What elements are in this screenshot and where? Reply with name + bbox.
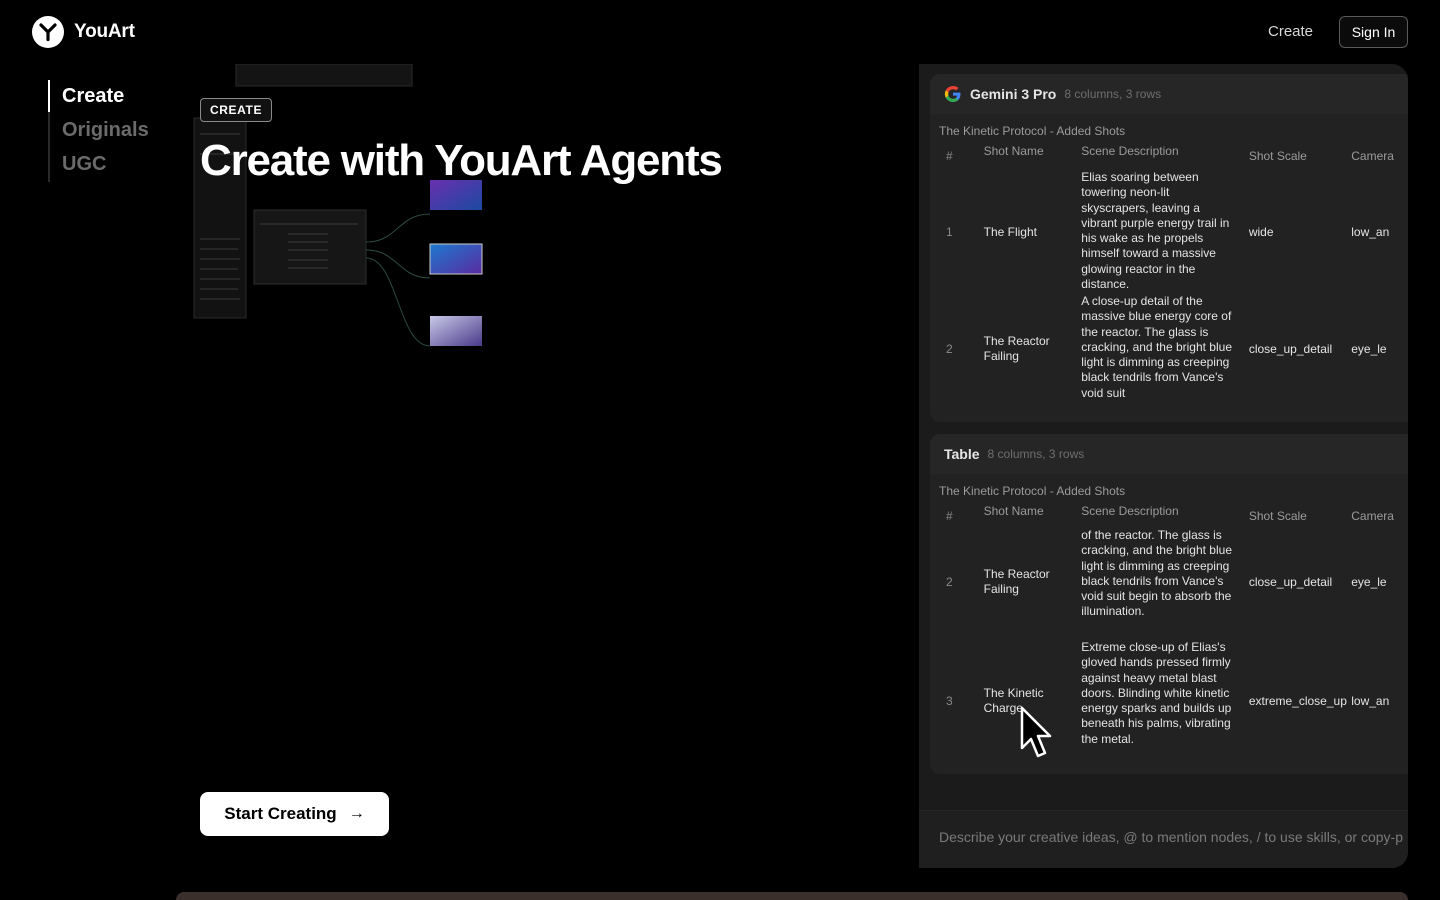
card-meta: 8 columns, 3 rows: [1064, 87, 1162, 101]
row-number: 3: [946, 694, 953, 708]
hero-badge: CREATE: [200, 98, 273, 122]
table-card-table: Table 8 columns, 3 rows The Kinetic Prot…: [930, 434, 1408, 774]
google-g-icon: [944, 86, 961, 102]
table-row: 2 The Reactor Failing of the reactor. Th…: [930, 528, 1408, 636]
tab-originals[interactable]: Originals: [50, 114, 168, 148]
start-creating-label: Start Creating: [224, 804, 337, 823]
row-shot-name: The Reactor Failing: [983, 567, 1050, 596]
row-number: 2: [946, 575, 953, 589]
mouse-pointer-icon: [1020, 706, 1052, 758]
top-header: YouArt Create Sign In: [0, 0, 1440, 64]
brand-name: YouArt: [74, 21, 135, 42]
col-header-description: Scene Description: [1081, 504, 1179, 518]
row-camera: low_an: [1351, 694, 1390, 708]
col-header-shot-name: Shot Name: [983, 144, 1044, 158]
nav-create-link[interactable]: Create: [1268, 23, 1313, 40]
row-shot-scale: close_up_detail: [1248, 575, 1333, 589]
hero-panel: CREATE Create with YouArt Agents Start C…: [168, 64, 1408, 868]
col-header-num: #: [946, 509, 953, 523]
table-header-row: # Shot Name Scene Description Shot Scale…: [930, 504, 1408, 528]
table-card-gemini: Gemini 3 Pro 8 columns, 3 rows The Kinet…: [930, 74, 1408, 422]
row-shot-scale: wide: [1248, 225, 1274, 239]
hero-title: Create with YouArt Agents: [200, 136, 723, 185]
row-number: 1: [946, 225, 953, 239]
card-title: Gemini 3 Pro: [970, 86, 1057, 102]
row-shot-scale: close_up_detail: [1248, 342, 1333, 356]
card-title: Table: [944, 446, 980, 462]
youart-logo-icon: [32, 16, 64, 48]
table-row: 1 The Flight Elias soaring between tower…: [930, 168, 1408, 294]
card-meta: 8 columns, 3 rows: [987, 447, 1085, 461]
col-header-description: Scene Description: [1081, 144, 1179, 158]
agent-chat-panel: Gemini 3 Pro 8 columns, 3 rows The Kinet…: [919, 64, 1408, 868]
col-header-camera: Camera: [1351, 149, 1394, 163]
row-camera: low_an: [1351, 225, 1390, 239]
row-camera: eye_le: [1351, 342, 1387, 356]
chat-prompt-input[interactable]: Describe your creative ideas, @ to menti…: [919, 810, 1408, 868]
row-description: Extreme close-up of Elias's gloved hands…: [1081, 640, 1232, 746]
row-number: 2: [946, 342, 953, 356]
table-caption: The Kinetic Protocol - Added Shots: [939, 124, 1126, 138]
row-shot-name: The Flight: [983, 224, 1037, 239]
section-tabs: Create Originals UGC: [48, 80, 168, 182]
card-header: Gemini 3 Pro 8 columns, 3 rows: [930, 74, 1408, 114]
row-shot-scale: extreme_close_up: [1248, 694, 1347, 708]
tab-create[interactable]: Create: [48, 80, 168, 114]
row-description: of the reactor. The glass is cracking, a…: [1081, 528, 1232, 619]
row-description: A close-up detail of the massive blue en…: [1081, 294, 1232, 400]
col-header-shot-scale: Shot Scale: [1248, 149, 1307, 163]
arrow-right-icon: →: [348, 805, 365, 822]
table-header-row: # Shot Name Scene Description Shot Scale…: [930, 144, 1408, 168]
table-row: 2 The Reactor Failing A close-up detail …: [930, 294, 1408, 404]
col-header-camera: Camera: [1351, 509, 1394, 523]
tab-ugc[interactable]: UGC: [50, 148, 168, 182]
row-description: Elias soaring between towering neon-lit …: [1081, 170, 1230, 292]
next-section-preview: [176, 892, 1408, 900]
brand-logo[interactable]: YouArt: [32, 16, 135, 48]
col-header-num: #: [946, 149, 953, 163]
col-header-shot-name: Shot Name: [983, 504, 1044, 518]
table-row: 3 The Kinetic Charge Extreme close-up of…: [930, 636, 1408, 762]
row-camera: eye_le: [1351, 575, 1387, 589]
row-shot-name: The Reactor Failing: [983, 334, 1050, 363]
sign-in-button[interactable]: Sign In: [1339, 16, 1408, 48]
card-header: Table 8 columns, 3 rows: [930, 434, 1408, 474]
table-caption: The Kinetic Protocol - Added Shots: [939, 484, 1126, 498]
start-creating-button[interactable]: Start Creating →: [200, 792, 389, 836]
col-header-shot-scale: Shot Scale: [1248, 509, 1307, 523]
